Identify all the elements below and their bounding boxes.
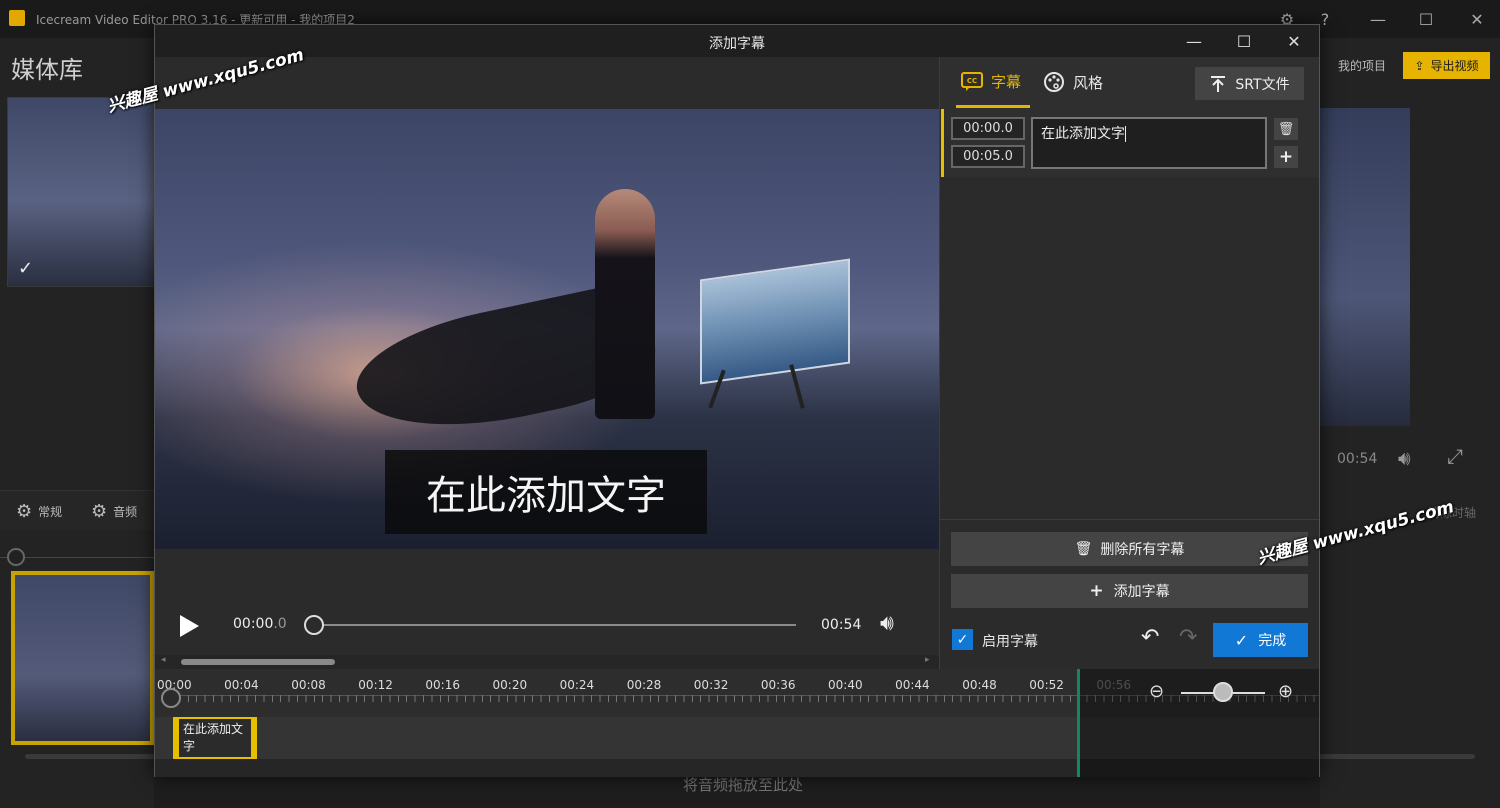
dialog-minimize-icon[interactable]: — <box>1169 25 1219 57</box>
seek-handle[interactable] <box>304 615 324 635</box>
main-timeline-clip[interactable] <box>11 571 154 745</box>
delete-all-label: 删除所有字幕 <box>1100 542 1185 558</box>
trash-icon: 🗑︎ <box>1074 541 1093 557</box>
redo-icon[interactable]: ↷ <box>1179 625 1197 650</box>
timeline-tick-label: 00:16 <box>425 678 460 692</box>
audio-settings-label: 音频 <box>113 505 138 519</box>
timeline-tick-label: 00:08 <box>291 678 326 692</box>
seek-bar[interactable] <box>314 624 796 626</box>
srt-file-button[interactable]: SRT文件 <box>1195 67 1304 100</box>
app-logo-icon <box>9 10 25 26</box>
scroll-left-icon[interactable]: ◂ <box>161 655 166 665</box>
subtitle-text-value: 在此添加文字 <box>1041 126 1125 142</box>
main-timeline-start-handle[interactable] <box>7 548 25 566</box>
timeline-end-marker <box>1077 669 1080 777</box>
gear-icon: ⚙ <box>91 501 108 522</box>
total-duration: 00:54 <box>821 617 862 633</box>
dialog-title: 添加字幕 <box>709 36 765 52</box>
checkmark-icon: ✓ <box>1234 630 1249 650</box>
maximize-icon[interactable]: ☐ <box>1403 0 1449 38</box>
enable-subtitles-checkbox[interactable]: ✓ <box>952 629 973 650</box>
tab-subtitles[interactable]: CC 字幕 <box>961 71 1021 92</box>
timeline-tick-label: 00:40 <box>828 678 863 692</box>
timeline-tick-label: 00:28 <box>626 678 662 692</box>
srt-file-label: SRT文件 <box>1235 76 1290 93</box>
subtitle-end-time[interactable]: 00:05.0 <box>951 145 1025 168</box>
fullscreen-icon[interactable]: ⤢ <box>1447 444 1463 468</box>
checkmark-icon: ✓ <box>18 258 34 279</box>
timeline-tick-label: 00:32 <box>693 678 729 692</box>
cc-icon: CC <box>961 71 983 91</box>
timeline-tick-label: 00:52 <box>1029 678 1064 692</box>
zoom-in-icon[interactable]: ⊕ <box>1278 681 1293 702</box>
zoom-slider-handle[interactable] <box>1213 682 1233 702</box>
current-time: 00:00.0 <box>233 616 287 632</box>
general-settings-button[interactable]: ⚙ 常规 <box>16 501 62 522</box>
trash-icon[interactable]: 🗑︎ <box>1274 118 1298 140</box>
undo-icon[interactable]: ↶ <box>1141 625 1159 650</box>
main-preview <box>1320 108 1410 426</box>
preview-easel-canvas <box>700 258 850 385</box>
volume-icon[interactable]: 🔊︎ <box>1398 446 1411 470</box>
tab-style-label: 风格 <box>1073 73 1104 92</box>
minimize-icon[interactable]: — <box>1355 0 1401 38</box>
done-button[interactable]: ✓ 完成 <box>1213 623 1308 657</box>
done-label: 完成 <box>1258 633 1287 649</box>
my-projects-link[interactable]: 我的项目 <box>1338 57 1386 74</box>
timeline-tick-label: 00:12 <box>358 678 393 692</box>
zoom-out-icon[interactable]: ⊖ <box>1149 681 1164 702</box>
upload-icon <box>1211 75 1226 92</box>
volume-icon[interactable]: 🔊︎ <box>880 611 894 636</box>
subtitle-clip[interactable]: 在此添加文字 <box>173 717 257 759</box>
preview-subtitle-caption: 在此添加文字 <box>385 450 707 534</box>
upload-icon: ⇪ <box>1414 58 1425 73</box>
close-icon[interactable]: ✕ <box>1454 0 1500 38</box>
plus-icon[interactable]: + <box>1274 146 1298 168</box>
gear-icon: ⚙ <box>16 501 33 522</box>
plus-icon: + <box>1089 581 1104 601</box>
add-subtitles-dialog: 添加字幕 — ☐ ✕ 在此添加文字 00:00.0 00:54 🔊︎ ◂ ▸ 0… <box>154 24 1320 777</box>
text-caret <box>1125 126 1126 142</box>
timeline-tick-label: 00:48 <box>962 678 997 692</box>
timeline-tick-label: 00:04 <box>224 678 259 692</box>
video-preview[interactable]: 在此添加文字 <box>155 109 939 549</box>
enable-subtitles-label: 启用字幕 <box>982 634 1038 650</box>
preview-scrollbar-thumb[interactable] <box>181 659 335 665</box>
general-settings-label: 常规 <box>38 505 63 519</box>
tab-subtitles-label: 字幕 <box>991 73 1022 91</box>
preview-figure-shape <box>595 189 655 419</box>
svg-text:CC: CC <box>967 77 977 85</box>
subtitle-start-time[interactable]: 00:00.0 <box>951 117 1025 140</box>
main-preview-duration: 00:54 <box>1337 451 1378 467</box>
audio-settings-button[interactable]: ⚙ 音频 <box>91 501 137 522</box>
play-icon[interactable] <box>177 613 201 639</box>
tab-style[interactable]: 风格 <box>1043 71 1103 93</box>
panel-divider <box>940 519 1319 520</box>
current-time-main: 00:00 <box>233 616 274 632</box>
export-video-button[interactable]: ⇪ 导出视频 <box>1403 52 1490 79</box>
dialog-close-icon[interactable]: ✕ <box>1269 25 1319 57</box>
dialog-maximize-icon[interactable]: ☐ <box>1219 25 1269 57</box>
timeline-tick-label: 00:44 <box>895 678 930 692</box>
timeline-tick-label: 00:20 <box>492 678 528 692</box>
add-subtitle-label: 添加字幕 <box>1113 584 1170 600</box>
add-subtitle-button[interactable]: + 添加字幕 <box>951 574 1308 608</box>
current-time-fraction: .0 <box>273 616 287 632</box>
active-tab-indicator <box>956 105 1030 108</box>
scroll-right-icon[interactable]: ▸ <box>925 655 930 665</box>
subtitle-text-input[interactable]: 在此添加文字 <box>1031 117 1267 169</box>
timeline-tick-label: 00:36 <box>760 678 796 692</box>
timeline-start-handle[interactable] <box>161 688 181 708</box>
palette-icon <box>1044 72 1064 92</box>
timeline-tick-label: 00:24 <box>559 678 595 692</box>
media-library-title: 媒体库 <box>11 56 83 84</box>
export-video-label: 导出视频 <box>1430 59 1479 73</box>
drop-audio-hint: 将音频拖放至此处 <box>683 776 804 794</box>
preview-easel-leg <box>789 364 805 409</box>
